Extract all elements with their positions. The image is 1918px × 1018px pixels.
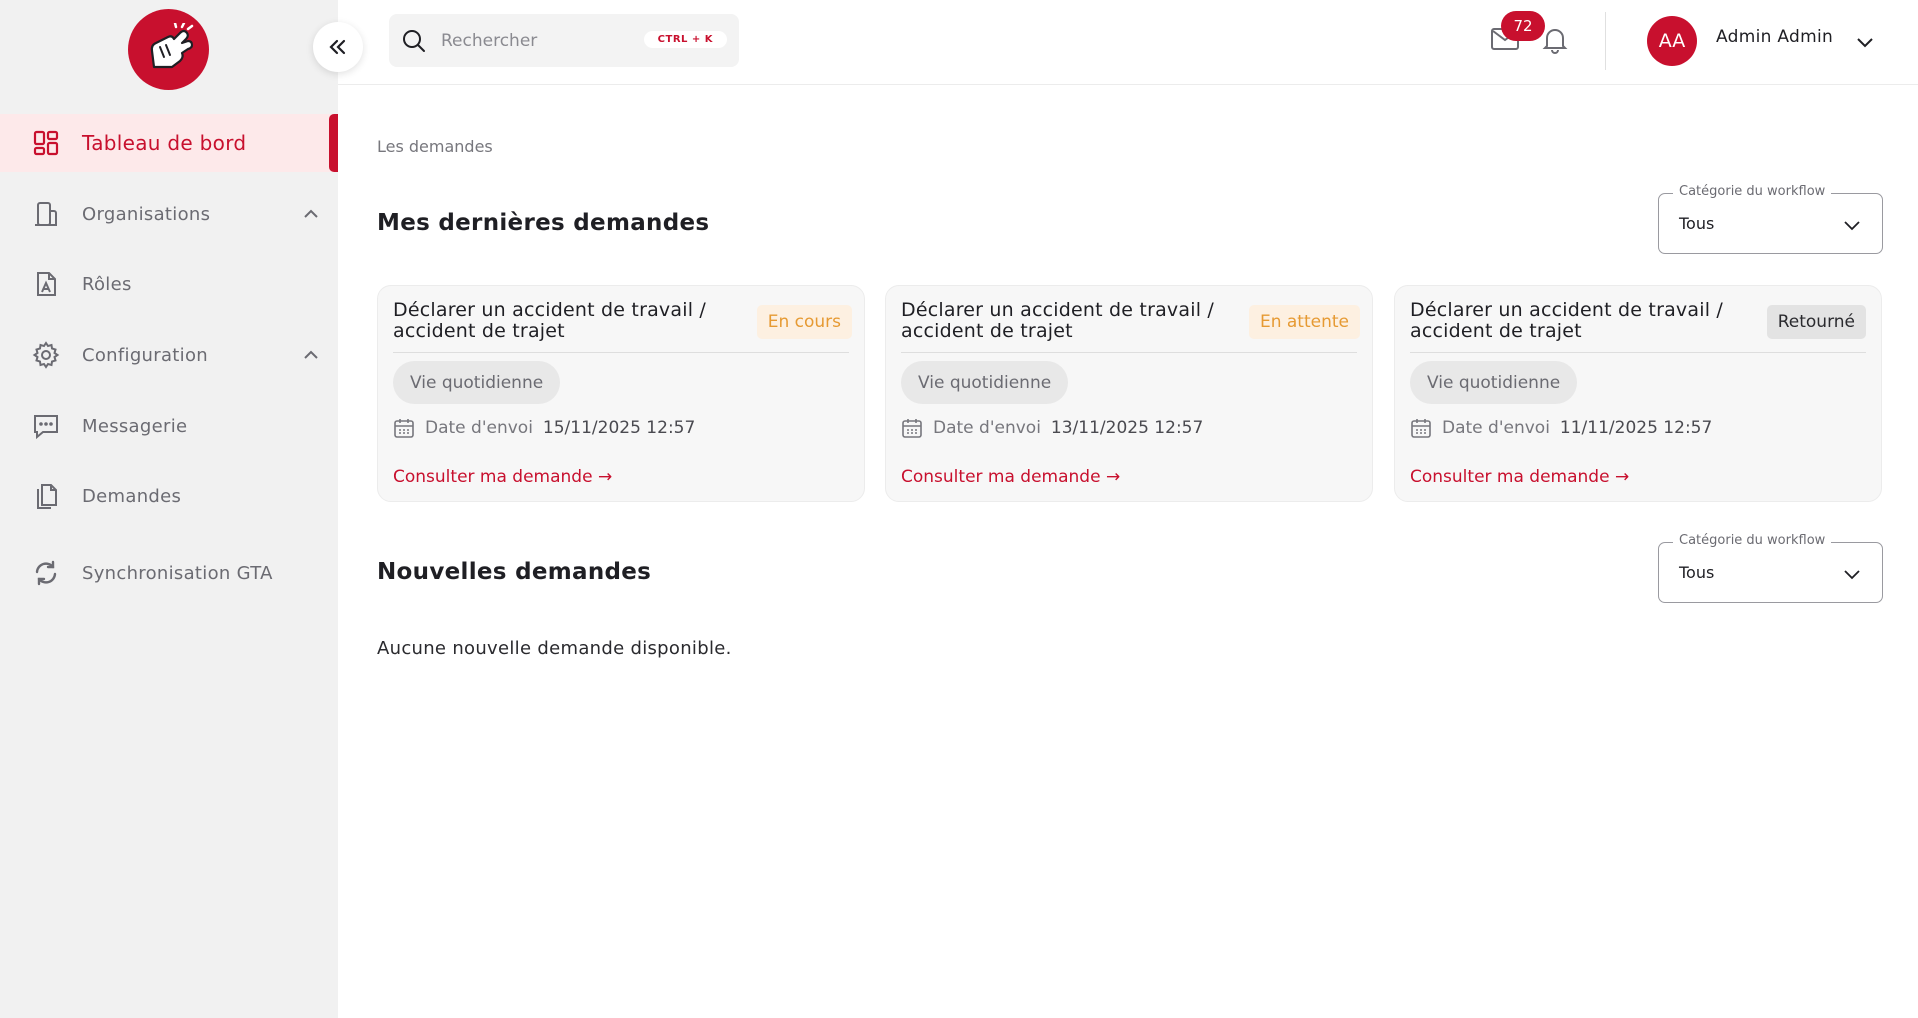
sidebar-item-configuration[interactable]: Configuration <box>0 326 338 384</box>
sidebar-item-label: Tableau de bord <box>82 131 247 155</box>
select-label: Catégorie du workflow <box>1673 533 1832 548</box>
chevron-down-icon <box>1842 216 1862 240</box>
view-request-link[interactable]: Consulter ma demande → <box>393 467 612 487</box>
sidebar-item-organisations[interactable]: Organisations <box>0 185 338 243</box>
app-logo[interactable] <box>128 9 209 90</box>
chevron-up-icon[interactable] <box>302 205 320 227</box>
view-request-link[interactable]: Consulter ma demande → <box>1410 467 1629 487</box>
sidebar-item-messagerie[interactable]: Messagerie <box>0 397 338 455</box>
date-label: Date d'envoi <box>1442 418 1550 438</box>
chevron-down-icon[interactable] <box>1854 31 1876 57</box>
select-value: Tous <box>1679 214 1715 233</box>
view-request-link[interactable]: Consulter ma demande → <box>901 467 1120 487</box>
search-icon <box>403 29 425 52</box>
chevron-down-icon <box>1842 565 1862 589</box>
date-label: Date d'envoi <box>933 418 1041 438</box>
select-label: Catégorie du workflow <box>1673 184 1832 199</box>
sidebar-item-label: Synchronisation GTA <box>82 562 273 584</box>
request-title: Déclarer un accident de travail / accide… <box>1410 299 1724 342</box>
mail-count-badge: 72 <box>1501 11 1545 41</box>
chat-icon <box>32 412 60 440</box>
request-card: Déclarer un accident de travail / accide… <box>885 285 1373 502</box>
top-bar: CTRL + K 72 AA Admin Admin <box>338 0 1918 85</box>
date-row: Date d'envoi 13/11/2025 12:57 <box>901 416 1203 440</box>
calendar-icon <box>394 419 414 438</box>
search-shortcut-hint: CTRL + K <box>643 31 727 48</box>
sync-icon <box>32 559 60 587</box>
sidebar-item-roles[interactable]: Rôles <box>0 255 338 313</box>
bell-icon[interactable] <box>1540 25 1570 59</box>
status-badge: Retourné <box>1766 305 1866 339</box>
section-title-recent: Mes dernières demandes <box>377 210 710 236</box>
documents-icon <box>32 482 60 510</box>
category-chip: Vie quotidienne <box>901 361 1069 404</box>
request-card: Déclarer un accident de travail / accide… <box>377 285 865 502</box>
sidebar-item-label: Organisations <box>82 203 211 225</box>
header-divider <box>1605 12 1606 70</box>
double-chevron-left-icon <box>329 39 346 55</box>
status-badge: En attente <box>1248 305 1360 339</box>
date-row: Date d'envoi 11/11/2025 12:57 <box>1410 416 1712 440</box>
sidebar-item-tableau-de-bord[interactable]: Tableau de bord <box>0 114 338 172</box>
sidebar-item-label: Rôles <box>82 273 132 295</box>
search-input[interactable] <box>441 30 641 51</box>
request-card: Déclarer un accident de travail / accide… <box>1394 285 1882 502</box>
calendar-icon <box>1411 419 1431 438</box>
sidebar-item-demandes[interactable]: Demandes <box>0 467 338 525</box>
section-title-new: Nouvelles demandes <box>377 559 652 585</box>
date-label: Date d'envoi <box>425 418 533 438</box>
card-divider <box>393 352 849 353</box>
calendar-icon <box>902 419 922 438</box>
date-row: Date d'envoi 15/11/2025 12:57 <box>393 416 695 440</box>
collapse-sidebar-button[interactable] <box>313 22 363 72</box>
sidebar-item-label: Demandes <box>82 485 182 507</box>
status-badge: En cours <box>756 305 852 339</box>
building-icon <box>32 200 60 228</box>
breadcrumb[interactable]: Les demandes <box>377 137 493 156</box>
workflow-category-select-new[interactable]: Catégorie du workflow Tous <box>1658 533 1883 603</box>
sidebar-item-label: Messagerie <box>82 415 188 437</box>
avatar[interactable]: AA <box>1647 16 1697 66</box>
category-chip: Vie quotidienne <box>1410 361 1578 404</box>
request-title: Déclarer un accident de travail / accide… <box>393 299 707 342</box>
user-name[interactable]: Admin Admin <box>1716 27 1833 47</box>
date-value: 15/11/2025 12:57 <box>542 418 696 438</box>
date-value: 11/11/2025 12:57 <box>1559 418 1713 438</box>
request-title: Déclarer un accident de travail / accide… <box>901 299 1215 342</box>
gear-icon <box>32 341 60 369</box>
hand-logo-icon <box>150 22 193 68</box>
category-chip: Vie quotidienne <box>393 361 561 404</box>
sidebar: Tableau de bord Organisations Rôles Conf… <box>0 0 338 1018</box>
search-box[interactable]: CTRL + K <box>389 14 739 67</box>
workflow-category-select-recent[interactable]: Catégorie du workflow Tous <box>1658 184 1883 254</box>
chevron-up-icon[interactable] <box>302 346 320 368</box>
card-divider <box>1410 352 1866 353</box>
select-value: Tous <box>1679 563 1715 582</box>
empty-state-text: Aucune nouvelle demande disponible. <box>377 638 732 659</box>
sidebar-item-synchronisation-gta[interactable]: Synchronisation GTA <box>0 544 338 602</box>
grid-icon <box>32 129 60 157</box>
sidebar-item-label: Configuration <box>82 344 208 366</box>
role-document-icon <box>32 270 60 298</box>
card-divider <box>901 352 1357 353</box>
date-value: 13/11/2025 12:57 <box>1050 418 1204 438</box>
